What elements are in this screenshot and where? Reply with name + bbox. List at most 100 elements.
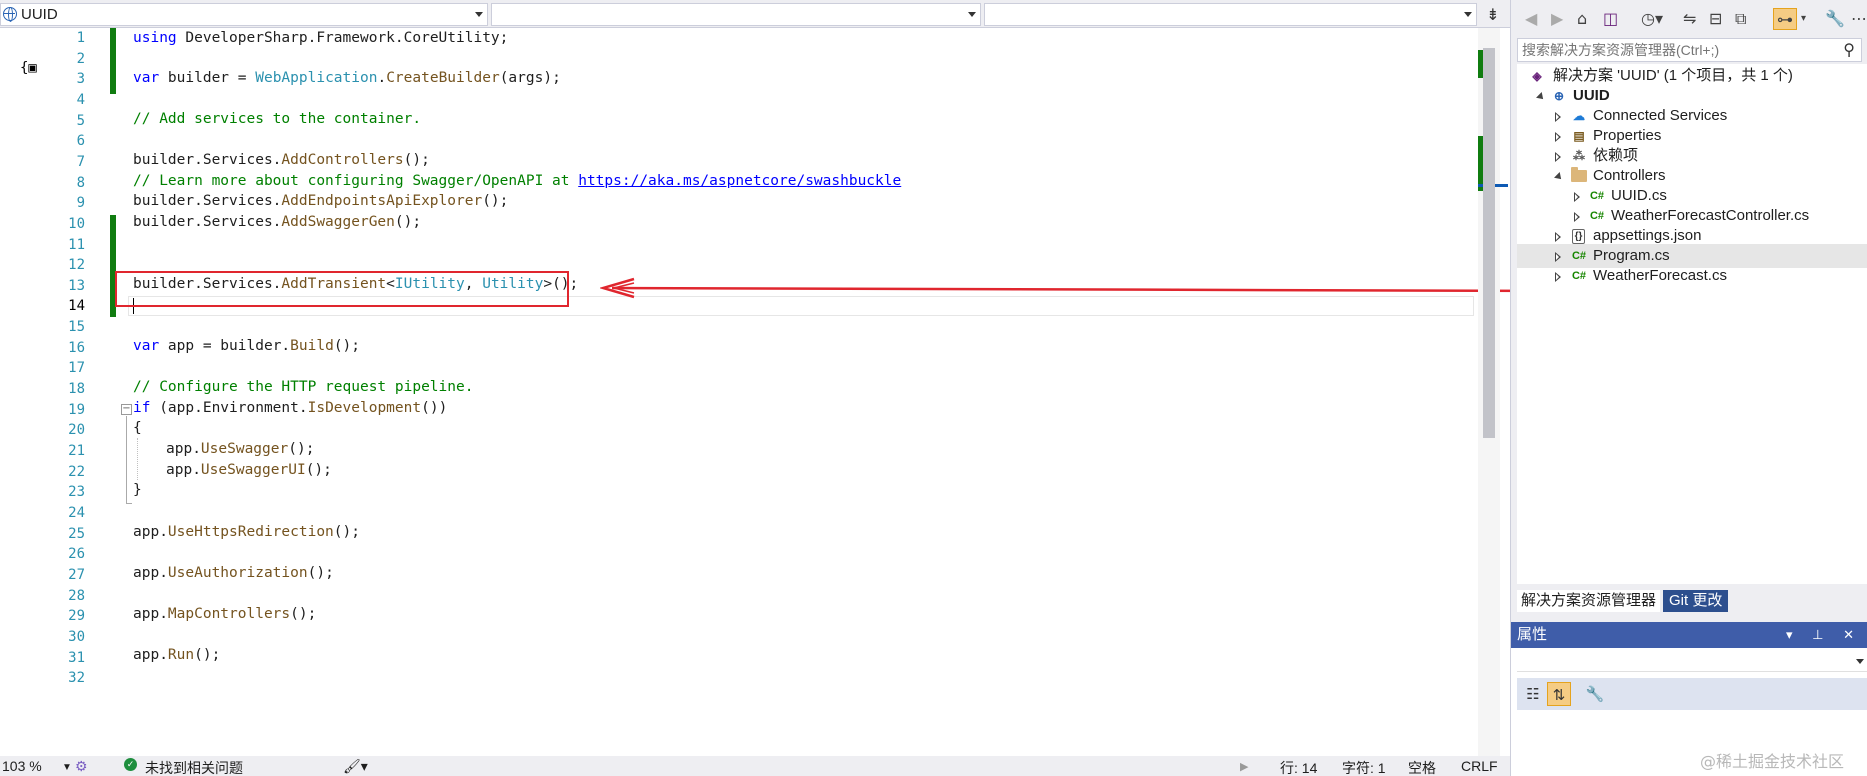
line-number: 22 (68, 463, 85, 480)
indent-mode[interactable]: 空格 (1408, 758, 1436, 776)
chevron-down-icon (1464, 12, 1472, 17)
collapsed-icon[interactable] (1555, 132, 1561, 142)
code-editor[interactable]: UUID ⇟ {▣ 1 2 3 4 5 6 7 8 9 10 11 12 13 14 15 16 17 18 19 2… (0, 0, 1559, 776)
categorized-icon[interactable]: ☷ (1521, 682, 1545, 706)
chevron-down-icon[interactable]: ▼ (62, 762, 72, 773)
csharp-file-icon: C# (1589, 190, 1605, 202)
collapsed-icon[interactable] (1555, 112, 1561, 122)
tab-git-changes[interactable]: Git 更改 (1663, 590, 1729, 612)
line-number: 10 (68, 215, 85, 232)
connected-services-icon: ☁ (1573, 109, 1585, 123)
line-number: 4 (76, 91, 85, 108)
collapsed-icon[interactable] (1574, 192, 1580, 202)
alphabetical-icon[interactable]: ⇅ (1547, 682, 1571, 706)
switch-views-icon[interactable]: ◫ (1603, 8, 1618, 30)
expanded-icon[interactable] (1554, 172, 1564, 182)
chevron-down-icon (1856, 659, 1864, 664)
show-all-files-icon[interactable]: ⧉ (1735, 8, 1746, 30)
collapsed-icon[interactable] (1555, 252, 1561, 262)
line-number: 13 (68, 277, 85, 294)
properties-object-dropdown[interactable] (1517, 650, 1867, 672)
line-number: 20 (68, 422, 85, 439)
cleanup-brush-icon[interactable]: 🖌▾ (343, 758, 368, 775)
zoom-level[interactable]: 103 % (2, 758, 42, 774)
code-line-1: using DeveloperSharp.Framework.CoreUtili… (133, 30, 509, 46)
swashbuckle-link[interactable]: https://aka.ms/aspnetcore/swashbuckle (578, 173, 901, 189)
code-area[interactable]: using DeveloperSharp.Framework.CoreUtili… (133, 28, 1478, 756)
intellicode-icon[interactable]: ⚙ (75, 758, 88, 775)
line-number: 1 (76, 30, 85, 46)
line-number: 2 (76, 50, 85, 67)
collapse-all-icon[interactable]: ⊟ (1709, 8, 1722, 30)
collapse-icon[interactable]: − (121, 404, 132, 415)
search-icon[interactable]: ⚲ (1843, 40, 1855, 59)
line-number: 3 (76, 71, 85, 88)
code-line-16: var app = builder.Build(); (133, 338, 361, 354)
code-line-19: if (app.Environment.IsDevelopment()) (133, 400, 448, 416)
panel-controls[interactable]: ▾ ⊥ ✕ (1786, 622, 1862, 648)
overflow-icon[interactable]: ⋯ (1851, 8, 1867, 30)
cursor-char[interactable]: 字符: 1 (1342, 758, 1386, 776)
line-number: 32 (68, 670, 85, 687)
scrollbar-thumb[interactable] (1483, 48, 1495, 438)
panel-tabs: 解决方案资源管理器 Git 更改 (1511, 590, 1867, 612)
csharp-file-icon: C# (1571, 270, 1587, 282)
wrench-icon[interactable]: 🔧 (1825, 8, 1845, 30)
collapsed-icon[interactable] (1555, 152, 1561, 162)
chevron-down-icon (475, 12, 483, 17)
line-number: 17 (68, 360, 85, 377)
code-line-21: app.UseSwagger(); (166, 441, 315, 457)
preview-selected-icon[interactable]: ⊶ (1773, 8, 1797, 30)
project-dropdown[interactable]: UUID (0, 3, 488, 26)
line-number: 19 (68, 401, 85, 418)
sync-icon[interactable]: ⇋ (1683, 8, 1696, 30)
line-number: 28 (68, 587, 85, 604)
indent-guide (137, 438, 138, 480)
type-dropdown[interactable] (491, 3, 981, 26)
back-icon[interactable]: ◀ (1525, 8, 1537, 30)
pending-changes-icon[interactable]: ◷▾ (1641, 8, 1663, 30)
property-pages-icon[interactable]: 🔧 (1583, 682, 1607, 706)
solution-explorer-toolbar: ◀ ▶ ⌂ ◫ ◷▾ ⇋ ⊟ ⧉ ⊶ ▾ 🔧 ⋯ (1511, 0, 1867, 36)
code-line-31: app.Run(); (133, 647, 221, 663)
tree-item-weatherforecast[interactable]: C# WeatherForecast.cs (1517, 264, 1867, 288)
line-number: 6 (76, 133, 85, 150)
cursor-line[interactable]: 行: 14 (1280, 758, 1317, 776)
solution-search-input[interactable] (1522, 40, 1832, 60)
tree-item-label: WeatherForecast.cs (1593, 267, 1727, 284)
member-dropdown[interactable] (984, 3, 1477, 26)
split-editor-icon[interactable]: ⇟ (1481, 4, 1505, 26)
home-icon[interactable]: ⌂ (1577, 8, 1587, 30)
annotation-arrow (600, 277, 1559, 299)
csharp-file-icon: C# (1589, 210, 1605, 222)
forward-icon[interactable]: ▶ (1551, 8, 1563, 30)
collapsed-icon[interactable] (1574, 212, 1580, 222)
fold-guide (126, 416, 127, 504)
watermark: @稀土掘金技术社区 (1700, 752, 1845, 771)
folder-icon (1571, 167, 1587, 182)
dependencies-icon: ⁂ (1573, 149, 1585, 163)
vertical-scrollbar[interactable] (1478, 28, 1508, 756)
code-line-22: app.UseSwaggerUI(); (166, 462, 332, 478)
expanded-icon[interactable] (1536, 92, 1546, 102)
annotation-highlight-box (115, 271, 569, 307)
line-number: 26 (68, 546, 85, 563)
json-file-icon: {} (1572, 229, 1585, 244)
tab-solution-explorer[interactable]: 解决方案资源管理器 (1517, 590, 1661, 612)
line-number: 8 (76, 174, 85, 191)
line-endings[interactable]: CRLF (1461, 758, 1498, 774)
line-number: 11 (68, 236, 85, 253)
collapsed-icon[interactable] (1555, 232, 1561, 242)
scroll-right-icon[interactable]: ▶ (1240, 760, 1248, 773)
solution-search-box[interactable]: ⚲ (1517, 38, 1862, 62)
code-line-27: app.UseAuthorization(); (133, 565, 334, 581)
project-dropdown-value: UUID (21, 6, 58, 23)
issues-status[interactable]: 未找到相关问题 (145, 758, 243, 776)
chevron-down-icon[interactable]: ▾ (1801, 8, 1806, 30)
collapsed-icon[interactable] (1555, 272, 1561, 282)
code-line-18: // Configure the HTTP request pipeline. (133, 379, 474, 395)
line-number: 21 (68, 443, 85, 459)
side-panel: ◀ ▶ ⌂ ◫ ◷▾ ⇋ ⊟ ⧉ ⊶ ▾ 🔧 ⋯ ⚲ ◈ 解决方案 'UUID'… (1510, 0, 1867, 776)
properties-toolbar: ☷ ⇅ 🔧 (1517, 678, 1867, 710)
web-project-icon: ⊕ (1553, 89, 1565, 103)
